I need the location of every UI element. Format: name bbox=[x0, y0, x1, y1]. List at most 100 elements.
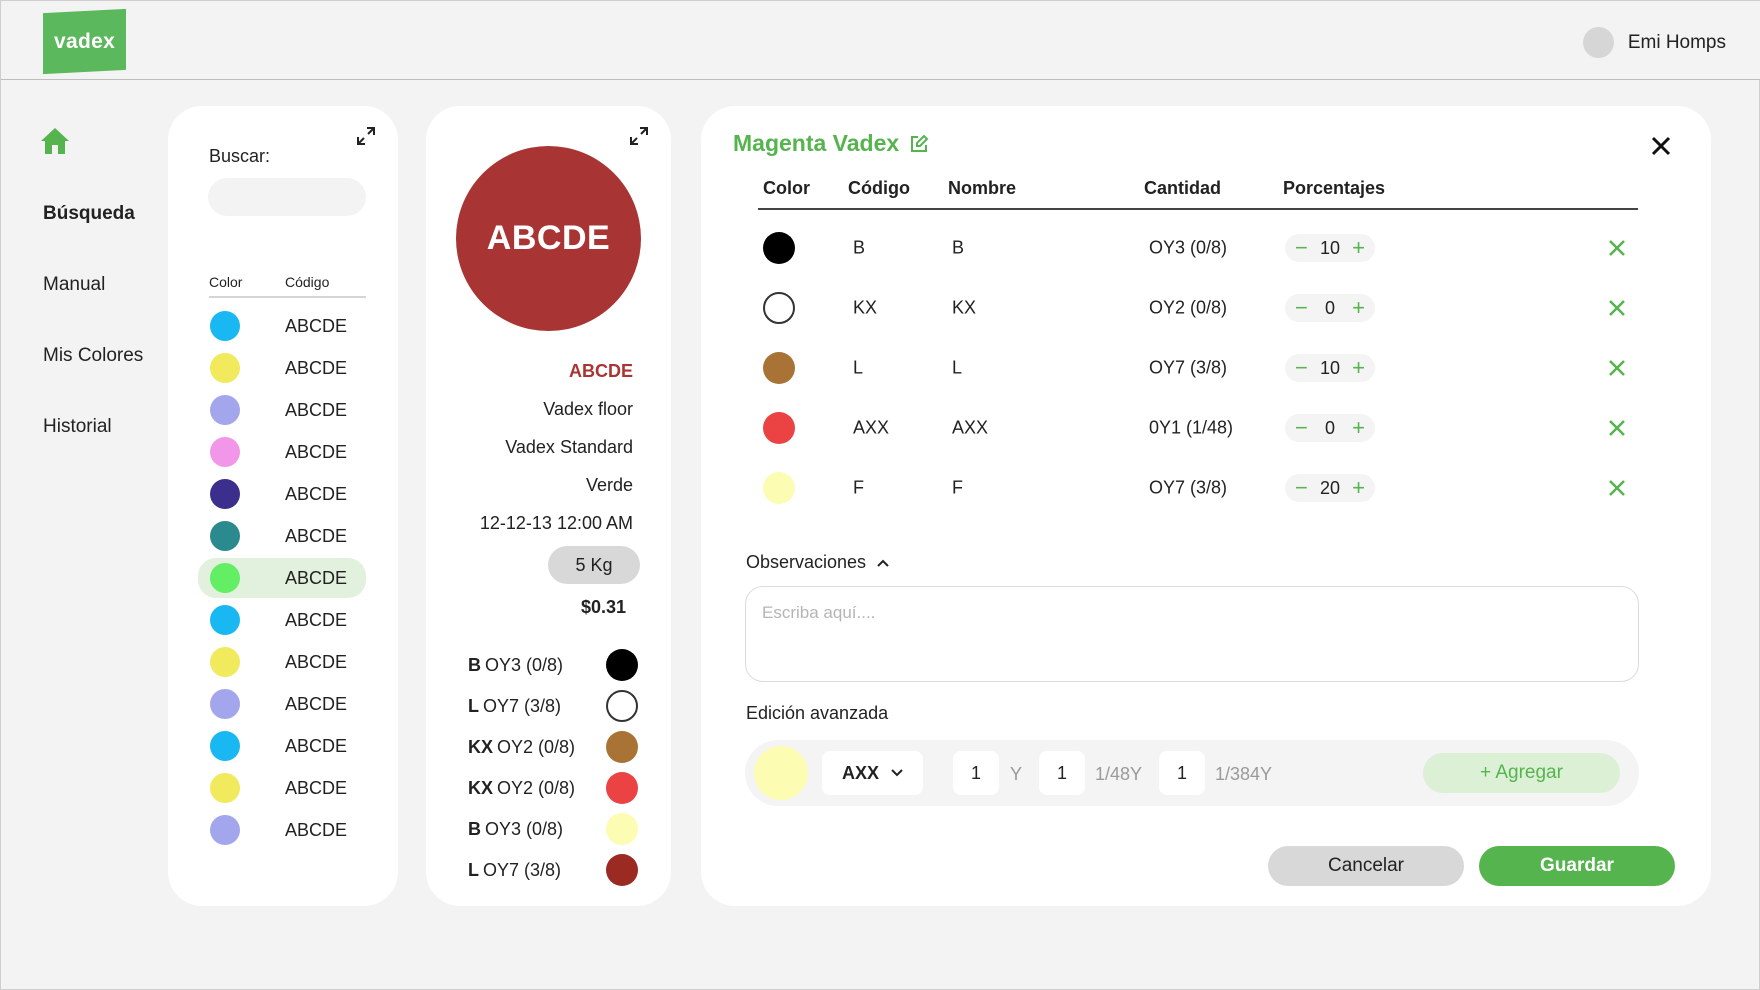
search-input[interactable] bbox=[208, 178, 366, 216]
component-qty: OY7 (3/8) bbox=[483, 859, 562, 880]
decrement-button[interactable]: − bbox=[1295, 297, 1308, 319]
decrement-button[interactable]: − bbox=[1295, 237, 1308, 259]
list-item[interactable]: ABCDE bbox=[198, 642, 366, 682]
user-menu[interactable]: Emi Homps bbox=[1582, 27, 1726, 58]
search-panel: Buscar: Color Código ABCDE ABCDE ABCDE ABCD… bbox=[168, 106, 398, 906]
chevron-down-icon bbox=[891, 769, 903, 777]
vadex-logo[interactable]: vadex bbox=[43, 8, 126, 75]
component-color-dot bbox=[606, 690, 638, 722]
decrement-button[interactable]: − bbox=[1295, 357, 1308, 379]
table-row: AXX AXX 0Y1 (1/48) −0 + bbox=[758, 403, 1638, 453]
delete-icon[interactable] bbox=[1606, 357, 1628, 379]
row-color-dot bbox=[763, 412, 795, 444]
save-button[interactable]: Guardar bbox=[1479, 846, 1675, 886]
row-code: L bbox=[853, 357, 864, 378]
add-button[interactable]: + Agregar bbox=[1423, 753, 1620, 793]
component-code: KX bbox=[468, 736, 494, 757]
list-item[interactable]: ABCDE bbox=[198, 768, 366, 808]
color-dot bbox=[210, 731, 240, 761]
percent-stepper: −10 + bbox=[1285, 234, 1375, 262]
list-item[interactable]: ABCDE bbox=[198, 726, 366, 766]
weight-value: 5 Kg bbox=[575, 554, 613, 575]
color-code: ABCDE bbox=[285, 819, 348, 840]
component-item: KX OY2 (0/8) bbox=[468, 771, 638, 805]
amount-48y-input[interactable] bbox=[1039, 751, 1085, 795]
color-code: ABCDE bbox=[285, 735, 348, 756]
row-color-dot bbox=[763, 352, 795, 384]
column-header-percent: Porcentajes bbox=[1283, 178, 1386, 198]
list-item[interactable]: ABCDE bbox=[198, 516, 366, 556]
unit-y-label: Y bbox=[1010, 764, 1023, 784]
observations-label: Observaciones bbox=[746, 552, 867, 572]
color-code: ABCDE bbox=[285, 315, 348, 336]
list-item[interactable]: ABCDE bbox=[198, 432, 366, 472]
component-color-dot bbox=[606, 649, 638, 681]
nav-item-manual[interactable]: Manual bbox=[43, 274, 105, 296]
component-item: L OY7 (3/8) bbox=[468, 853, 638, 887]
unit-384y-label: 1/384Y bbox=[1215, 764, 1273, 784]
formula-title: Magenta Vadex bbox=[733, 130, 929, 157]
list-item[interactable]: ABCDE bbox=[198, 348, 366, 388]
code-select-value: AXX bbox=[841, 762, 879, 783]
unit-48y-label: 1/48Y bbox=[1095, 764, 1143, 784]
list-item[interactable]: ABCDE bbox=[198, 306, 366, 346]
component-qty: OY2 (0/8) bbox=[497, 736, 576, 757]
decrement-button[interactable]: − bbox=[1295, 417, 1308, 439]
list-item[interactable]: ABCDE bbox=[198, 390, 366, 430]
color-code: ABCDE bbox=[285, 525, 348, 546]
delete-icon[interactable] bbox=[1606, 237, 1628, 259]
column-header-code: Código bbox=[848, 178, 910, 198]
component-item: B OY3 (0/8) bbox=[468, 812, 638, 846]
increment-button[interactable]: + bbox=[1352, 357, 1365, 379]
percent-value: 10 bbox=[1319, 237, 1341, 258]
component-code: L bbox=[468, 859, 479, 880]
observations-toggle[interactable]: Observaciones bbox=[746, 552, 890, 573]
component-code: KX bbox=[468, 777, 494, 798]
component-color-dot bbox=[606, 813, 638, 845]
nav-item-historial[interactable]: Historial bbox=[43, 416, 112, 438]
row-name: F bbox=[952, 477, 963, 498]
row-quantity: OY7 (3/8) bbox=[1149, 357, 1228, 378]
amount-384y-input[interactable] bbox=[1159, 751, 1205, 795]
chevron-up-icon bbox=[877, 559, 889, 567]
color-dot bbox=[210, 815, 240, 845]
avatar[interactable] bbox=[1582, 27, 1614, 58]
increment-button[interactable]: + bbox=[1352, 297, 1365, 319]
expand-icon[interactable] bbox=[356, 126, 376, 146]
list-item[interactable]: ABCDE bbox=[198, 474, 366, 514]
row-name: KX bbox=[952, 297, 977, 318]
expand-icon[interactable] bbox=[629, 126, 649, 146]
edit-icon[interactable] bbox=[909, 134, 929, 154]
nav-item-busqueda[interactable]: Búsqueda bbox=[43, 203, 135, 225]
increment-button[interactable]: + bbox=[1352, 237, 1365, 259]
nav-item-mis-colores[interactable]: Mis Colores bbox=[43, 345, 143, 367]
swatch-label: ABCDE bbox=[486, 219, 611, 257]
home-icon[interactable] bbox=[39, 125, 71, 157]
delete-icon[interactable] bbox=[1606, 297, 1628, 319]
list-item[interactable]: ABCDE bbox=[198, 810, 366, 850]
increment-button[interactable]: + bbox=[1352, 477, 1365, 499]
increment-button[interactable]: + bbox=[1352, 417, 1365, 439]
percent-value: 0 bbox=[1324, 417, 1335, 438]
color-dot bbox=[210, 437, 240, 467]
detail-line-3: Verde bbox=[585, 475, 633, 495]
decrement-button[interactable]: − bbox=[1295, 477, 1308, 499]
weight-badge: 5 Kg bbox=[548, 546, 640, 584]
list-item[interactable]: ABCDE bbox=[198, 684, 366, 724]
percent-stepper: −10 + bbox=[1285, 354, 1375, 382]
code-select[interactable]: AXX bbox=[822, 751, 923, 795]
column-header-quantity: Cantidad bbox=[1144, 178, 1222, 198]
row-name: L bbox=[952, 357, 963, 378]
amount-y-input[interactable] bbox=[953, 751, 999, 795]
component-qty: OY2 (0/8) bbox=[497, 777, 576, 798]
list-header: Color Código bbox=[209, 274, 366, 298]
table-header: Color Código Nombre Cantidad Porcentajes bbox=[758, 178, 1638, 210]
delete-icon[interactable] bbox=[1606, 477, 1628, 499]
close-icon[interactable] bbox=[1649, 134, 1673, 158]
observations-input[interactable] bbox=[745, 586, 1639, 682]
cancel-button[interactable]: Cancelar bbox=[1268, 846, 1464, 886]
list-item[interactable]: ABCDE bbox=[198, 558, 366, 598]
detail-panel: ABCDE ABCDE Vadex floor Vadex Standard V… bbox=[426, 106, 671, 906]
list-item[interactable]: ABCDE bbox=[198, 600, 366, 640]
delete-icon[interactable] bbox=[1606, 417, 1628, 439]
